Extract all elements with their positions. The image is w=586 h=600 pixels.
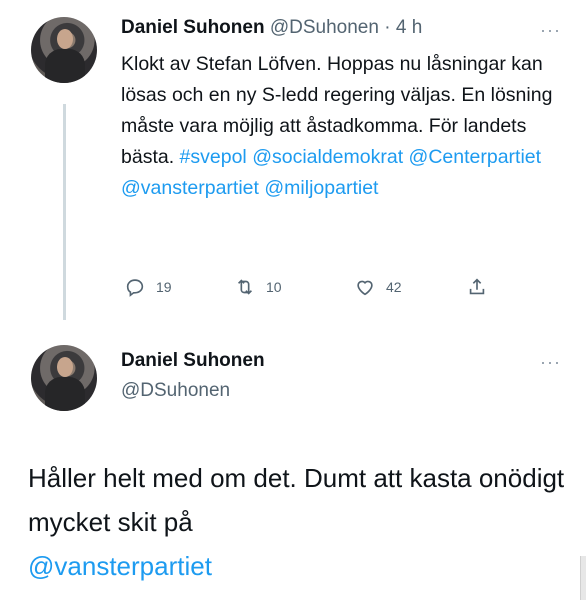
thread-connector-line — [63, 104, 66, 320]
share-icon — [469, 278, 485, 295]
like-button[interactable]: 42 — [354, 276, 402, 298]
author-handle[interactable]: @DSuhonen — [121, 380, 230, 402]
mention-link[interactable]: @vansterpartiet — [121, 177, 259, 199]
share-button[interactable] — [466, 276, 488, 298]
mention-link[interactable]: @Centerpartiet — [409, 146, 542, 168]
mention-link[interactable]: @socialdemokrat — [252, 146, 403, 168]
avatar[interactable] — [31, 17, 97, 83]
tweet-text: Klokt av Stefan Löfven. Hoppas nu låsnin… — [121, 49, 571, 204]
avatar-face — [57, 29, 73, 49]
reply-count: 19 — [156, 279, 172, 295]
more-options-button[interactable]: ··· — [540, 352, 561, 373]
like-count: 42 — [386, 279, 402, 295]
more-options-button[interactable]: ··· — [540, 20, 561, 41]
hashtag-link[interactable]: #svepol — [180, 146, 247, 168]
tweet-header: Daniel Suhonen @DSuhonen · 4 h — [121, 17, 422, 39]
retweet-count: 10 — [266, 279, 282, 295]
author-name[interactable]: Daniel Suhonen — [121, 350, 265, 372]
edge-divider — [580, 556, 586, 600]
reply-icon — [126, 279, 144, 297]
like-icon — [357, 280, 373, 296]
mention-link[interactable]: @vansterpartiet — [28, 551, 212, 581]
avatar-face — [57, 357, 73, 377]
avatar-body — [45, 49, 85, 83]
header-separator: · — [384, 17, 391, 38]
tweet-time[interactable]: 4 h — [396, 17, 422, 38]
retweet-button[interactable]: 10 — [234, 276, 282, 298]
author-handle[interactable]: @DSuhonen — [270, 17, 379, 38]
tweet-body: Håller helt med om det. Dumt att kasta o… — [28, 463, 565, 537]
author-name[interactable]: Daniel Suhonen — [121, 17, 265, 38]
reply-button[interactable]: 19 — [124, 276, 172, 298]
avatar-body — [45, 377, 85, 411]
tweet-text: Håller helt med om det. Dumt att kasta o… — [28, 456, 568, 588]
mention-link[interactable]: @miljopartiet — [264, 177, 378, 199]
retweet-icon — [237, 279, 253, 295]
avatar[interactable] — [31, 345, 97, 411]
